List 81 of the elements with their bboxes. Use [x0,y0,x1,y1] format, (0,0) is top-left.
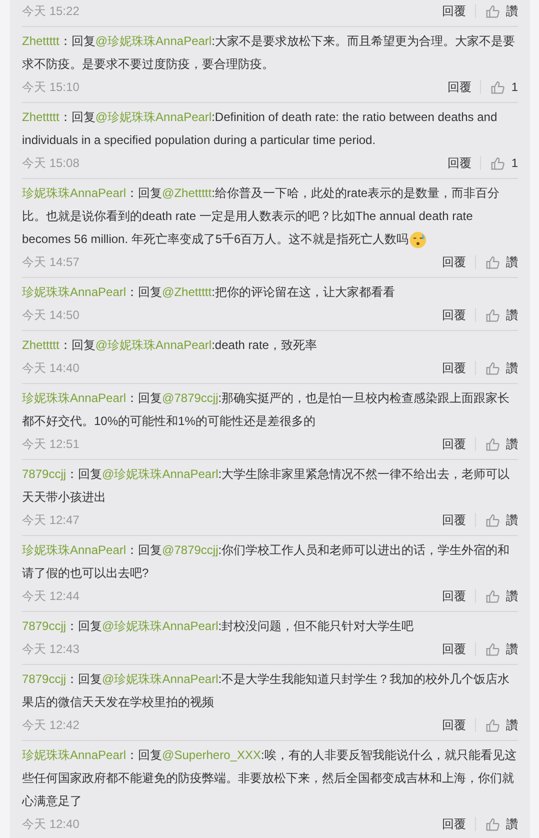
user-link[interactable]: 珍妮珠珠AnnaPearl [22,285,126,299]
reply-button[interactable]: 回覆 [442,815,466,833]
comment-text: Zhettttt：回复@珍妮珠珠AnnaPearl:大家不是要求放松下来。而且希望更为合理。大家不是要求不防疫。是要求不要过度防疫，要合理防疫。 [22,33,516,73]
comment-time: 今天 15:08 [22,155,80,172]
thumbs-up-icon[interactable] [485,4,500,18]
comment-time: 今天 12:40 [22,816,80,833]
like-count: 讚 [506,717,518,734]
user-link[interactable]: 珍妮珠珠AnnaPearl [22,186,126,200]
comment-text: Zhettttt：回复@珍妮珠珠AnnaPearl:death rate，致死率 [22,337,318,354]
comment-text: 7879ccjj：回复@珍妮珠珠AnnaPearl:封校没问题，但不能只针对大学生吧 [22,618,415,635]
thumbs-up-icon[interactable] [485,588,500,604]
like-count: 讚 [506,254,518,271]
mention-link[interactable]: @珍妮珠珠AnnaPearl [95,338,212,352]
user-link[interactable]: Zhettttt [22,34,60,48]
comment-time: 今天 14:50 [22,307,80,324]
mention-link[interactable]: @珍妮珠珠AnnaPearl [95,110,212,124]
reply-button[interactable]: 回覆 [442,2,466,20]
thumbs-up-icon[interactable] [485,308,500,322]
thumbs-up-icon[interactable] [485,512,500,528]
mention-link[interactable]: @Zhettttt [162,186,212,200]
comment-text: 珍妮珠珠AnnaPearl：回复@Superhero_XXX:唉，有的人非要反智我能说什么，就只能看见这些任何国家政府都不能避免的防疫弊端。非要放松下来，然后全国都变成吉林和上海，你们就心满意足了 [22,747,518,810]
mention-link[interactable]: @珍妮珠珠AnnaPearl [95,34,212,48]
thumbs-up-icon[interactable] [485,254,500,270]
user-link[interactable]: 7879ccjj [22,467,66,481]
thumbs-up-icon[interactable] [490,80,506,94]
user-link[interactable]: Zhettttt [22,338,60,352]
comment-time: 今天 15:22 [22,3,80,20]
thumbs-up-icon[interactable] [485,642,500,656]
mention-link[interactable]: @珍妮珠珠AnnaPearl [102,672,218,686]
comment-time: 今天 12:47 [22,512,80,529]
mention-link[interactable]: @珍妮珠珠AnnaPearl [102,467,218,481]
reply-button[interactable]: 回覆 [447,154,472,172]
user-link[interactable]: 珍妮珠珠AnnaPearl [22,748,126,762]
like-count: 1 [511,155,518,172]
reply-button[interactable]: 回覆 [442,511,466,529]
thumbs-up-icon[interactable] [485,360,500,376]
like-count: 讚 [506,360,518,377]
thumbs-up-icon[interactable] [485,718,500,732]
user-link[interactable]: 珍妮珠珠AnnaPearl [22,543,126,557]
comment-text: 珍妮珠珠AnnaPearl：回复@Zhettttt:把你的评论留在这，让大家都看看 [22,284,396,301]
mention-link[interactable]: @7879ccjj [162,543,218,557]
user-link[interactable]: 珍妮珠珠AnnaPearl [22,391,126,405]
comment-time: 今天 12:51 [22,436,80,453]
thumbs-up-icon[interactable] [485,436,500,452]
reply-button[interactable]: 回覆 [447,78,472,96]
reply-button[interactable]: 回覆 [442,359,466,377]
like-count: 讚 [506,816,518,833]
user-link[interactable]: Zhettttt [22,110,60,124]
like-count: 讚 [506,641,518,658]
reply-button[interactable]: 回覆 [442,253,466,271]
comment-text: 珍妮珠珠AnnaPearl：回复@7879ccjj:那确实挺严的，也是怕一旦校内检查感染跟上面跟家长都不好交代。10%的可能性和1%的可能性还是差很多的 [22,390,511,430]
reply-button[interactable]: 回覆 [442,435,466,453]
mention-link[interactable]: @珍妮珠珠AnnaPearl [102,619,218,633]
thumbs-up-icon[interactable] [485,816,500,832]
reply-button[interactable]: 回覆 [442,587,466,605]
mention-link[interactable]: @Zhettttt [162,285,212,299]
comment-text: 珍妮珠珠AnnaPearl：回复@Zhettttt:给你普及一下哈，此处的rate表示的是数量，而非百分比。也就是说你看到的death rate 一定是用人数表示的吧？比如The annual death rate becomes 56 million. 年死亡率变成了5千6百万人。这不就是指死亡人数吗 [22,182,518,251]
comment-time: 今天 14:40 [22,360,80,377]
mention-link[interactable]: @Superhero_XXX [162,748,261,762]
reply-button[interactable]: 回覆 [442,306,466,324]
comment-text: Zhettttt：回复@珍妮珠珠AnnaPearl:Definition of death rate: the ratio between deaths and individuals in a specified population during a particular time period. [22,109,498,149]
comment-text: 7879ccjj：回复@珍妮珠珠AnnaPearl:不是大学生我能知道只封学生？我加的校外几个饭店水果店的微信天天发在学校里拍的视频 [22,671,511,711]
thumbs-up-icon[interactable] [490,156,506,170]
reply-button[interactable]: 回覆 [442,716,466,734]
like-count: 讚 [506,588,518,605]
comment-text: 7879ccjj：回复@珍妮珠珠AnnaPearl:大学生除非家里紧急情况不然一律不给出去，老师可以天天带小孩进出 [22,466,511,506]
like-count: 讚 [506,307,518,324]
comment-time: 今天 12:42 [22,717,80,734]
comment-time: 今天 14:57 [22,254,80,271]
like-count: 1 [511,79,518,96]
comment-time: 今天 15:10 [22,79,80,96]
reply-button[interactable]: 回覆 [442,640,466,658]
like-count: 讚 [506,3,518,20]
user-link[interactable]: 7879ccjj [22,619,66,633]
like-count: 讚 [506,512,518,529]
comment-text: 珍妮珠珠AnnaPearl：回复@7879ccjj:你们学校工作人员和老师可以进出的话，学生外宿的和请了假的也可以出去吧? [22,542,511,582]
comment-time: 今天 12:44 [22,588,80,605]
comment-time: 今天 12:43 [22,641,80,658]
user-link[interactable]: 7879ccjj [22,672,66,686]
like-count: 讚 [506,436,518,453]
mention-link[interactable]: @7879ccjj [162,391,218,405]
